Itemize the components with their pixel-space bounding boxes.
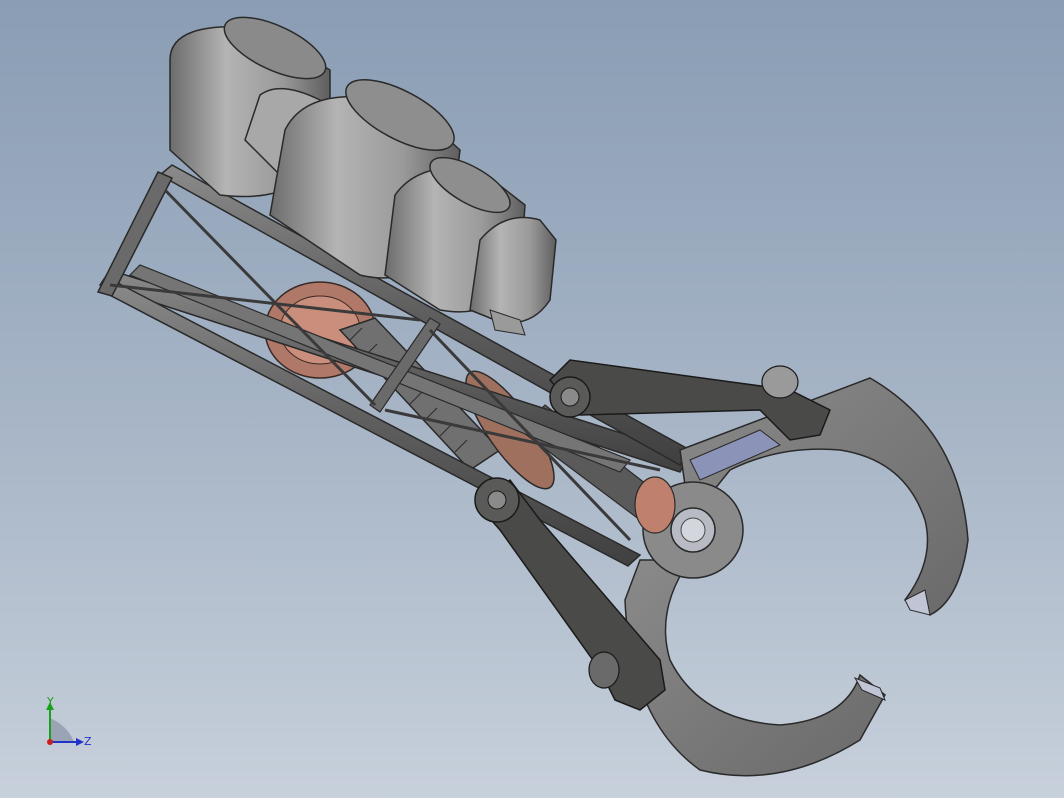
cad-viewport[interactable]: Y Z — [0, 0, 1064, 798]
z-axis-label: Z — [84, 735, 92, 748]
triad-plane — [50, 718, 74, 742]
z-axis-arrowhead — [76, 738, 84, 746]
x-axis-marker — [47, 739, 53, 745]
y-axis-label: Y — [47, 695, 54, 708]
coordinate-triad: Y Z — [38, 696, 108, 756]
gripper-assembly-model[interactable] — [0, 0, 1064, 798]
